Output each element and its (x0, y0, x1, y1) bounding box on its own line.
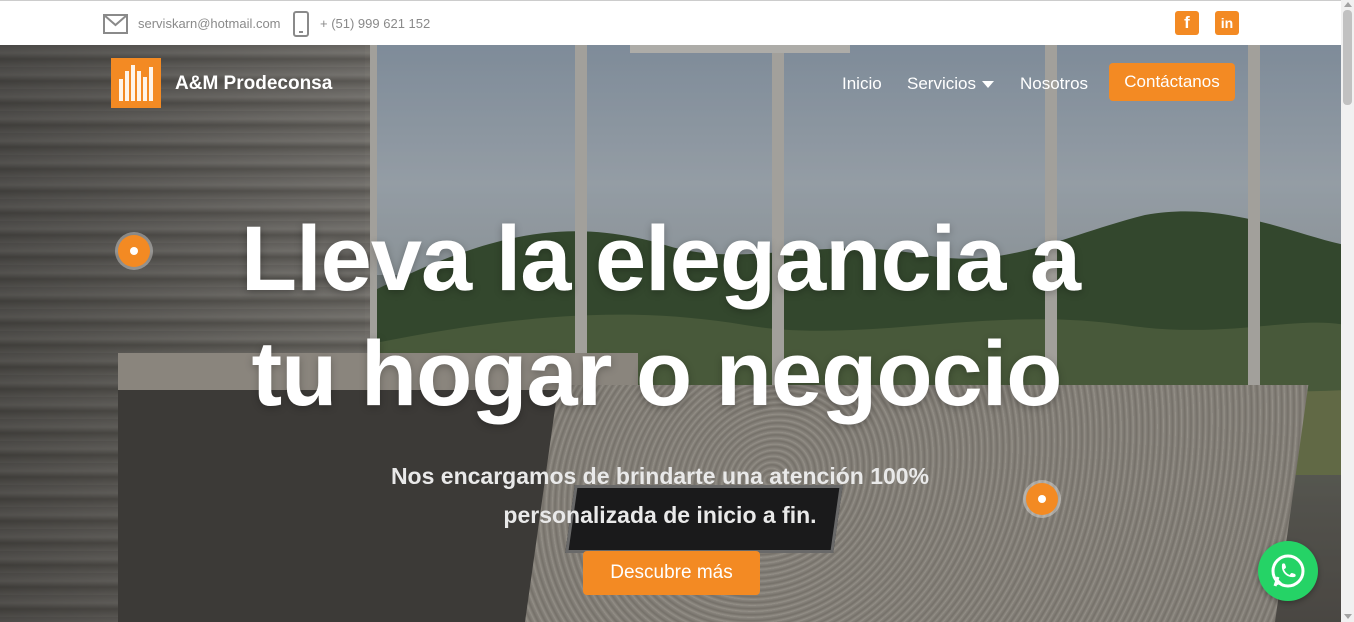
scroll-up-icon[interactable] (1344, 2, 1352, 7)
hero-title-line-2: tu hogar o negocio (251, 323, 1063, 425)
scroll-thumb[interactable] (1343, 10, 1352, 105)
email-contact[interactable]: serviskarn@hotmail.com (103, 1, 281, 46)
scroll-down-icon[interactable] (1344, 614, 1352, 619)
top-contact-bar: serviskarn@hotmail.com + (51) 999 621 15… (0, 0, 1341, 45)
hero-section: A&M Prodeconsa Inicio Servicios Nosotros… (0, 45, 1341, 622)
phone-text[interactable]: + (51) 999 621 152 (320, 16, 430, 31)
logo-bars-icon (119, 65, 153, 101)
whatsapp-icon (1271, 554, 1305, 588)
phone-contact[interactable]: + (51) 999 621 152 (292, 1, 430, 46)
nav-item-servicios[interactable]: Servicios (907, 74, 994, 94)
contact-button[interactable]: Contáctanos (1109, 63, 1235, 101)
nav-item-inicio[interactable]: Inicio (842, 74, 882, 94)
nav-item-label: Servicios (907, 74, 976, 93)
nav-item-nosotros[interactable]: Nosotros (1020, 74, 1088, 94)
page-scrollbar[interactable] (1341, 0, 1354, 622)
linkedin-icon[interactable]: in (1215, 11, 1239, 35)
phone-icon (293, 10, 309, 37)
discover-more-button[interactable]: Descubre más (583, 551, 760, 595)
hotspot-dot[interactable] (118, 235, 150, 267)
hero-subtitle: Nos encargamos de brindarte una atención… (390, 463, 930, 528)
whatsapp-button[interactable] (1258, 541, 1318, 601)
mail-icon (103, 13, 128, 34)
hotspot-dot[interactable] (1026, 483, 1058, 515)
email-text[interactable]: serviskarn@hotmail.com (138, 16, 281, 31)
hero-title-line-1: Lleva la elegancia a (240, 208, 1081, 310)
facebook-icon[interactable]: f (1175, 11, 1199, 35)
logo[interactable] (111, 58, 161, 108)
caret-down-icon (981, 81, 994, 89)
brand-name[interactable]: A&M Prodeconsa (175, 73, 332, 95)
